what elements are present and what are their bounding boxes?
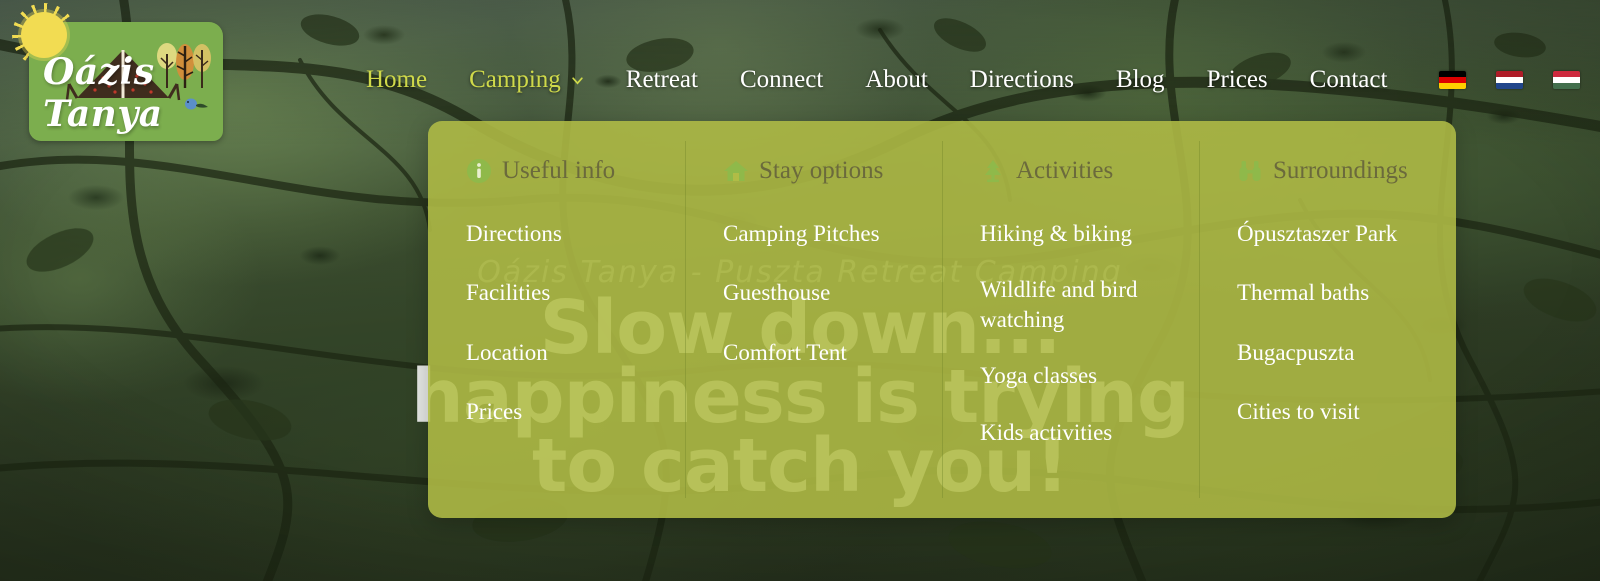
nav-item-about[interactable]: About	[844, 60, 949, 100]
megamenu-link-list: Directions Facilities Location Prices	[428, 219, 685, 427]
nav-item-connect[interactable]: Connect	[719, 60, 844, 100]
german-flag-icon[interactable]	[1439, 71, 1467, 89]
megamenu-link[interactable]: Comfort Tent	[723, 338, 938, 367]
chevron-down-icon	[572, 76, 583, 85]
megamenu-link[interactable]: Guesthouse	[723, 278, 938, 307]
site-logo[interactable]: Oázis Tanya	[21, 12, 223, 141]
megamenu-link[interactable]: Kids activities	[980, 418, 1195, 447]
site-header: Oázis Tanya Home Camping Retreat Connect…	[0, 0, 1600, 160]
binoculars-icon	[1239, 161, 1261, 181]
megamenu-link[interactable]: Yoga classes	[980, 361, 1195, 390]
logo-wordmark: Oázis Tanya	[43, 51, 163, 135]
megamenu-link[interactable]: Ópusztaszer Park	[1237, 219, 1452, 248]
nav-item-directions[interactable]: Directions	[949, 60, 1095, 100]
megamenu-column-activities: Activities Hiking & biking Wildlife and …	[942, 121, 1199, 518]
nav-item-home[interactable]: Home	[345, 60, 448, 100]
megamenu-column-heading: Activities	[942, 157, 1199, 185]
nav-item-camping[interactable]: Camping	[448, 60, 605, 100]
megamenu-link-list: Hiking & biking Wildlife and bird watchi…	[942, 219, 1199, 447]
main-navigation: Home Camping Retreat Connect About Direc…	[345, 60, 1595, 100]
nav-item-retreat[interactable]: Retreat	[605, 60, 719, 100]
megamenu-link[interactable]: Prices	[466, 397, 681, 426]
nav-item-blog[interactable]: Blog	[1095, 60, 1186, 100]
hungarian-flag-icon[interactable]	[1553, 71, 1581, 89]
nav-item-camping-label: Camping	[469, 66, 561, 93]
megamenu-link[interactable]: Directions	[466, 219, 681, 248]
megamenu-column-heading: Stay options	[685, 157, 942, 185]
megamenu-heading-label: Useful info	[502, 157, 616, 184]
nav-item-prices[interactable]: Prices	[1186, 60, 1289, 100]
megamenu-link[interactable]: Hiking & biking	[980, 219, 1195, 248]
dutch-flag-icon[interactable]	[1496, 71, 1524, 89]
language-switcher	[1424, 71, 1595, 89]
nav-item-contact[interactable]: Contact	[1289, 60, 1409, 100]
info-circle-icon	[467, 159, 491, 183]
megamenu-link-list: Ópusztaszer Park Thermal baths Bugacpusz…	[1199, 219, 1456, 427]
camping-dropdown-panel: Useful info Directions Facilities Locati…	[428, 121, 1456, 518]
megamenu-column-heading: Surroundings	[1199, 157, 1456, 185]
megamenu-link[interactable]: Wildlife and bird watching	[980, 275, 1195, 334]
megamenu-link[interactable]: Cities to visit	[1237, 397, 1452, 426]
megamenu-heading-label: Stay options	[759, 157, 884, 184]
megamenu-link[interactable]: Thermal baths	[1237, 278, 1452, 307]
megamenu-link[interactable]: Camping Pitches	[723, 219, 938, 248]
megamenu-heading-label: Surroundings	[1273, 157, 1408, 184]
megamenu-column-stay-options: Stay options Camping Pitches Guesthouse …	[685, 121, 942, 518]
tree-icon	[985, 160, 1001, 183]
megamenu-column-surroundings: Surroundings Ópusztaszer Park Thermal ba…	[1199, 121, 1456, 518]
megamenu-link[interactable]: Bugacpuszta	[1237, 338, 1452, 367]
megamenu-link-list: Camping Pitches Guesthouse Comfort Tent	[685, 219, 942, 367]
megamenu-link[interactable]: Facilities	[466, 278, 681, 307]
home-icon	[724, 161, 748, 181]
megamenu-heading-label: Activities	[1016, 157, 1114, 184]
megamenu-column-useful-info: Useful info Directions Facilities Locati…	[428, 121, 685, 518]
megamenu-link[interactable]: Location	[466, 338, 681, 367]
megamenu-column-heading: Useful info	[428, 157, 685, 185]
